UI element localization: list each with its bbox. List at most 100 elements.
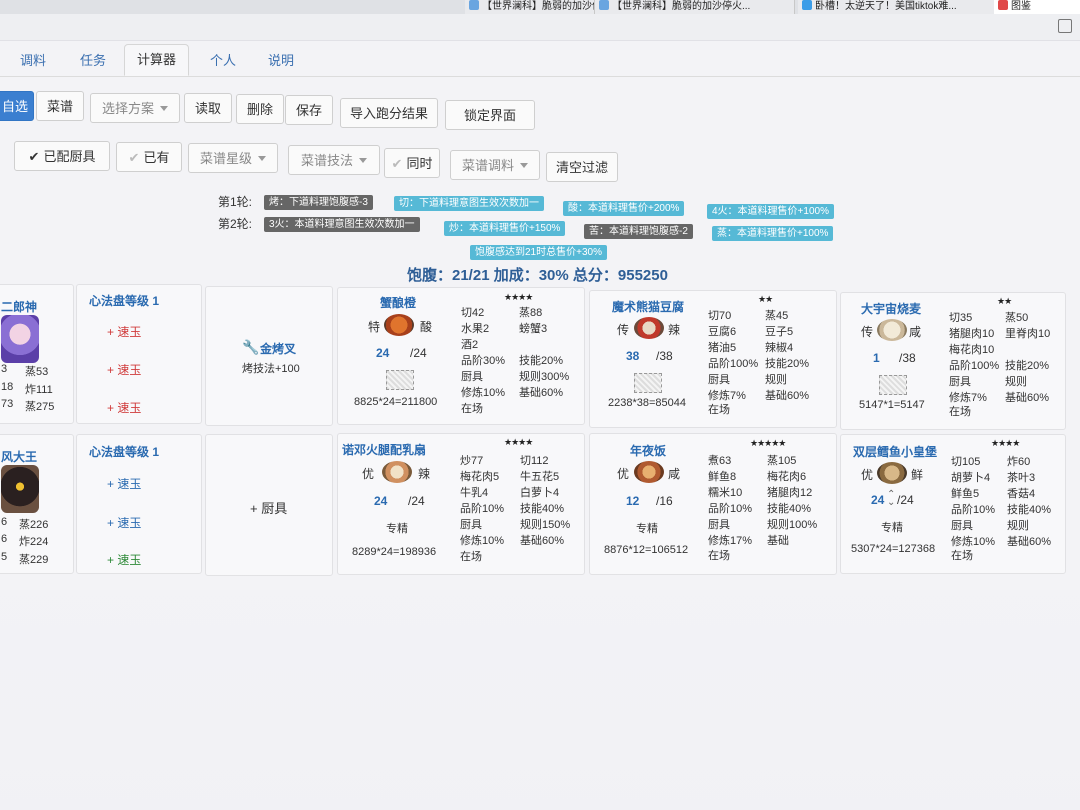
check-icon: ✔ [128, 150, 140, 165]
dish-stat: 技能20% [1005, 360, 1050, 372]
dish-count[interactable]: 24 [871, 493, 884, 507]
recipe-button[interactable]: 菜谱 [36, 91, 84, 121]
dish-stat: 厨具 [461, 371, 483, 383]
delete-button[interactable]: 删除 [236, 94, 284, 124]
app-tab-bar: 调料 任务 计算器 个人 说明 [0, 40, 1080, 77]
chef-name: 二郎神 [1, 300, 38, 314]
dish-flavor: 辣 [418, 467, 431, 481]
dish-name: 蟹酿橙 [380, 296, 417, 310]
chef-stat: 蒸229 [19, 554, 49, 566]
dish-count[interactable]: 12 [626, 494, 639, 508]
dish-stat: 基础60% [1007, 536, 1052, 548]
equipment-card[interactable]: 🔧 金烤叉 烤技法+100 [205, 286, 333, 426]
dish-stat: 厨具 [708, 519, 730, 531]
round-2-label: 第2轮: [218, 217, 253, 231]
owned-toggle[interactable]: ✔ 已有 [116, 142, 182, 172]
dish-stat: 切35 [949, 312, 973, 324]
jade-slot[interactable]: + 速玉 [107, 399, 141, 416]
dish-stat: 基础60% [765, 390, 810, 402]
dish-image [382, 461, 412, 483]
chef-stat: 6 [1, 516, 8, 528]
dish-stat: 厨具 [708, 374, 730, 386]
dish-score: 2238*38=85044 [608, 397, 686, 409]
dish-count[interactable]: 24 [374, 494, 387, 508]
tab-instructions[interactable]: 说明 [268, 50, 294, 69]
check-icon: ✔ [28, 149, 40, 164]
dish-count[interactable]: 1 [873, 351, 880, 365]
browser-tab[interactable]: 【世界澜科】脆弱的加沙停火... [465, 0, 595, 14]
page-icon [599, 0, 609, 10]
mind-disk-level: 心法盘等级 1 [89, 294, 160, 308]
equipment-card[interactable]: + 厨具 [205, 434, 333, 576]
lock-ui-button[interactable]: 锁定界面 [445, 100, 535, 130]
dish-max: /38 [899, 351, 916, 365]
dish-stars: ★★ [758, 294, 773, 304]
tab-personal[interactable]: 个人 [210, 50, 236, 69]
round-badge: 切：下道料理意图生效次数加一 [394, 196, 544, 211]
dish-card[interactable]: 蟹酿橙 ★★★★ 特 酸 24 /24 8825*24=211800 切42 水… [337, 287, 585, 425]
dish-stat: 梅花肉10 [949, 344, 995, 356]
jade-slot[interactable]: + 速玉 [107, 323, 141, 340]
self-select-button[interactable]: 自选 [0, 91, 34, 121]
chef-card[interactable]: 风大王 6 蒸226 6 炸224 5 蒸229 [0, 434, 74, 574]
jade-slot[interactable]: + 速玉 [107, 475, 141, 492]
dish-stat: 蒸50 [1005, 312, 1029, 324]
tab-calculator[interactable]: 计算器 [124, 44, 190, 76]
image-placeholder-icon [634, 373, 662, 393]
jade-slot[interactable]: + 速玉 [107, 361, 141, 378]
recipe-skill-select[interactable]: 菜谱技法 [288, 145, 380, 175]
save-button[interactable]: 保存 [285, 95, 333, 125]
add-equipment[interactable]: + 厨具 [250, 498, 287, 517]
simultaneous-toggle[interactable]: ✔ 同时 [384, 148, 440, 178]
copy-icon[interactable] [1058, 19, 1072, 33]
dish-score: 8825*24=211800 [354, 396, 438, 408]
dish-count[interactable]: 38 [626, 349, 639, 363]
dish-stat: 规则150% [520, 519, 571, 531]
assigned-chef-toggle[interactable]: ✔ 已配厨具 [14, 141, 110, 171]
dish-card[interactable]: 大宇宙烧麦 ★★ 传 咸 1 /38 5147*1=5147 切35 猪腿肉10… [840, 292, 1066, 430]
clear-filter-button[interactable]: 清空过滤 [546, 152, 618, 182]
video-icon [802, 0, 812, 10]
tab-tasks[interactable]: 任务 [80, 50, 106, 69]
dish-image [634, 461, 664, 483]
chef-name: 风大王 [1, 450, 38, 464]
dish-flavor: 咸 [909, 325, 922, 339]
browser-tab[interactable]: 卧槽！太逆天了！美国tiktok难... [798, 0, 995, 14]
dish-count[interactable]: 24 [376, 346, 389, 360]
import-results-button[interactable]: 导入跑分结果 [340, 98, 438, 128]
browser-tab[interactable]: 【世界澜科】脆弱的加沙停火... [595, 0, 795, 14]
recipe-seasoning-select[interactable]: 菜谱调料 [450, 150, 540, 180]
dish-card[interactable]: 双层鳕鱼小皇堡 ★★★★ 优 鲜 24 ⌃ ⌄ /24 专精 5307*24=12… [840, 434, 1066, 574]
read-button[interactable]: 读取 [184, 93, 232, 123]
chef-stat: 3 [1, 363, 8, 375]
dish-stat: 技能40% [1007, 504, 1052, 516]
dish-stat: 炒77 [460, 455, 484, 467]
dish-stat: 梅花肉5 [460, 471, 500, 483]
round-badge: 酸：本道料理售价+200% [563, 201, 685, 216]
dish-stat: 品阶10% [460, 503, 505, 515]
dish-stat: 里脊肉10 [1005, 328, 1051, 340]
dish-stat: 修炼10% [460, 535, 505, 547]
jade-slot[interactable]: + 速玉 [107, 514, 141, 531]
scheme-select[interactable]: 选择方案 [90, 93, 180, 123]
dish-name: 魔术熊猫豆腐 [612, 300, 685, 314]
dish-stat: 胡萝卜4 [951, 472, 991, 484]
tab-seasoning[interactable]: 调料 [20, 50, 46, 69]
dish-card[interactable]: 年夜饭 ★★★★★ 优 咸 12 /16 专精 8876*12=106512 煮… [589, 433, 837, 575]
dish-score: 8289*24=198936 [352, 546, 437, 558]
dish-card[interactable]: 魔术熊猫豆腐 ★★ 传 辣 38 /38 2238*38=85044 切70 豆… [589, 290, 837, 428]
dish-stat: 在场 [708, 404, 730, 416]
chevron-down-icon [160, 106, 168, 111]
dish-stars: ★★★★ [504, 437, 533, 447]
dish-stat: 香菇4 [1007, 488, 1036, 500]
dish-name: 诺邓火腿配乳扇 [342, 443, 427, 457]
dish-stat: 修炼10% [461, 387, 506, 399]
dish-stat: 规则300% [519, 371, 570, 383]
dish-card[interactable]: 诺邓火腿配乳扇 ★★★★ 优 辣 24 /24 专精 8289*24=19893… [337, 433, 585, 575]
browser-tab-active[interactable]: 图鉴 [994, 0, 1080, 14]
round-badge: 炒：本道料理售价+150% [444, 221, 566, 236]
stepper-arrows-icon[interactable]: ⌃ ⌄ [887, 490, 895, 508]
jade-slot[interactable]: + 速玉 [107, 551, 141, 568]
recipe-grade-select[interactable]: 菜谱星级 [188, 143, 278, 173]
chef-card[interactable]: 二郎神 3 蒸53 18 炸111 73 蒸275 [0, 284, 74, 424]
